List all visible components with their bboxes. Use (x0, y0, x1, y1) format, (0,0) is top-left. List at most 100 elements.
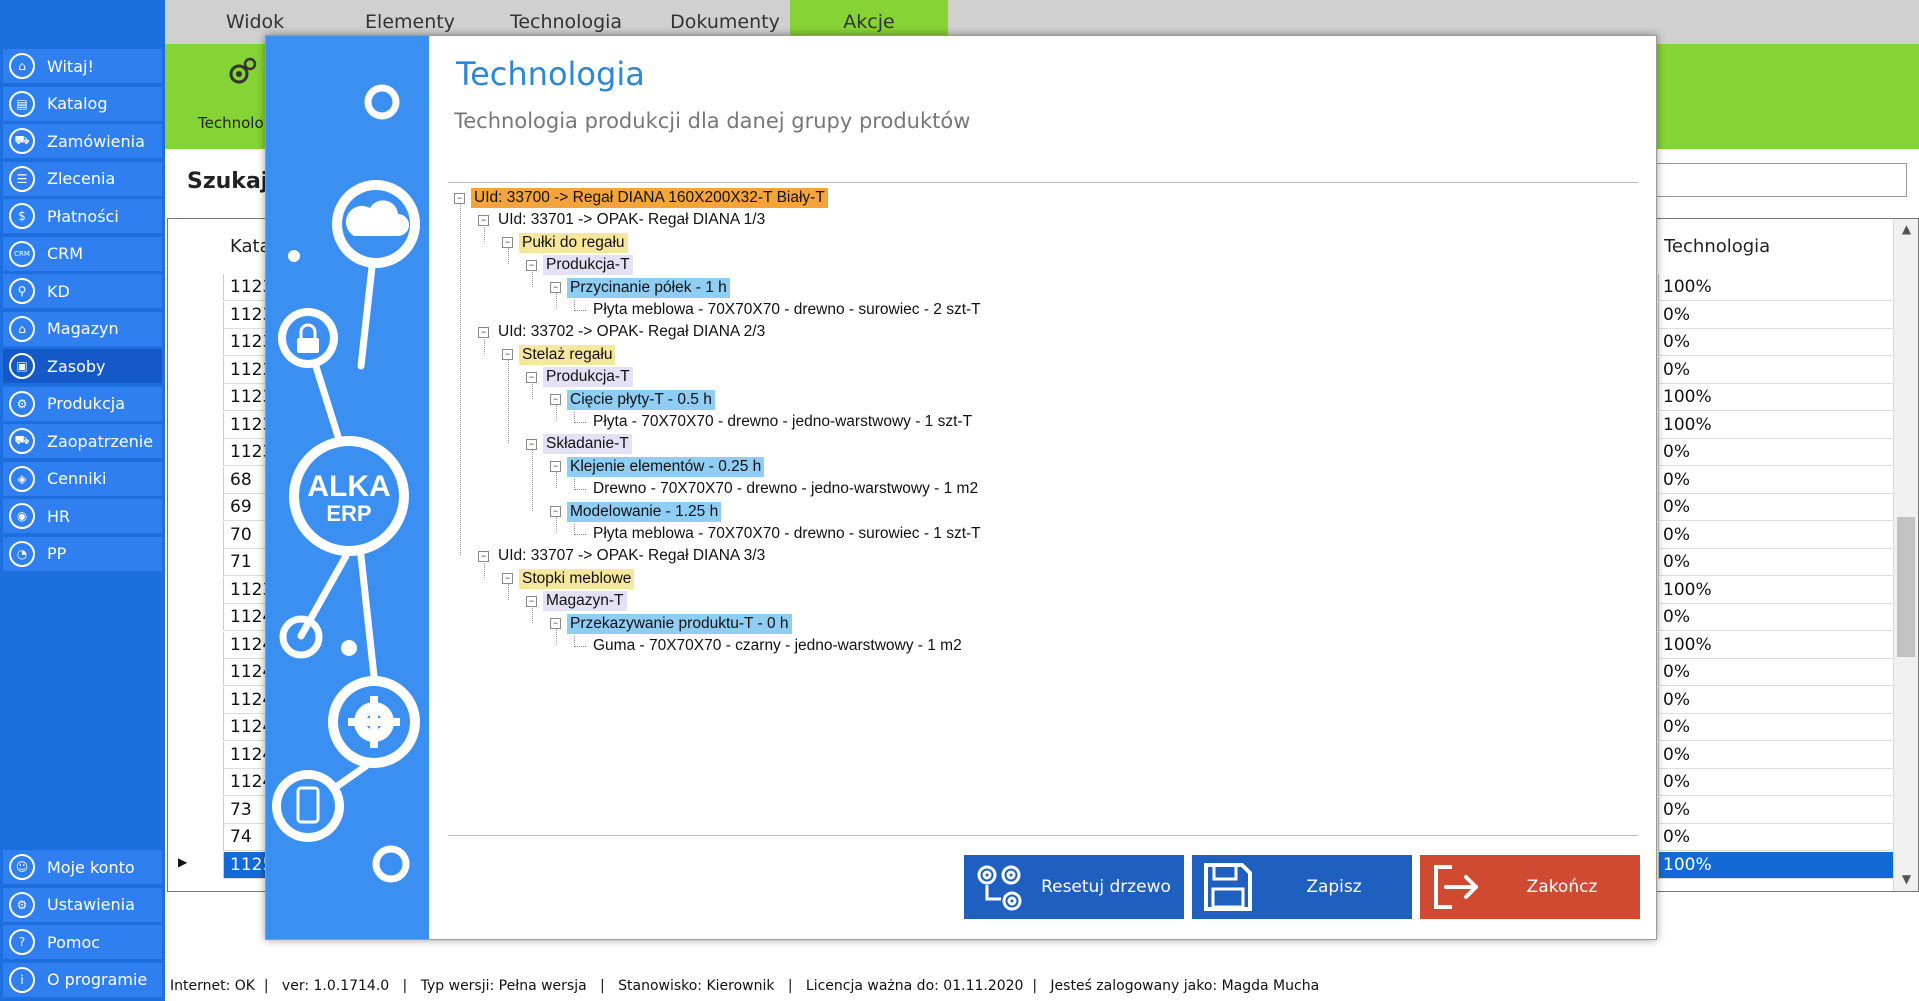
table-row-technologia[interactable]: 0% (1658, 604, 1893, 631)
sidebar-item-pomoc[interactable]: ? Pomoc (3, 925, 162, 959)
tree-node-label: Przekazywanie produktu-T - 0 h (567, 613, 792, 634)
tree-connector (574, 635, 586, 647)
close-button[interactable]: Zakończ (1420, 855, 1640, 919)
tree-node[interactable]: Guma - 70X70X70 - czarny - jedno-warstwo… (574, 635, 965, 657)
table-row-technologia[interactable]: 100% (1658, 851, 1893, 879)
collapse-toggle-icon[interactable]: − (454, 192, 465, 204)
collapse-toggle-icon[interactable]: − (526, 371, 537, 383)
technology-dialog: ALKA ERP Technologia Technologia produkc… (265, 35, 1657, 940)
search-label: Szukaj: (187, 169, 278, 194)
sidebar-item-kd[interactable]: ⚲ KD (3, 274, 162, 308)
sidebar-item-zaopatrzenie[interactable]: ⛟ Zaopatrzenie (3, 424, 162, 458)
collapse-toggle-icon[interactable]: − (526, 438, 537, 450)
table-row-technologia[interactable]: 0% (1658, 659, 1893, 686)
table-row-technologia[interactable]: 0% (1658, 796, 1893, 824)
tree-connector (574, 523, 586, 535)
tree-node-label: Modelowanie - 1.25 h (567, 501, 722, 522)
sidebar-item-ustawienia[interactable]: ⚙ Ustawienia (3, 887, 162, 922)
tree-node[interactable]: − UId: 33701 -> OPAK- Regał DIANA 1/3 (478, 209, 768, 231)
scroll-up-icon[interactable]: ▲ (1894, 219, 1918, 239)
tree-node[interactable]: − Składanie-T (526, 433, 632, 455)
tree-node[interactable]: − UId: 33700 -> Regał DIANA 160X200X32-T … (454, 187, 828, 209)
sidebar-item-pp[interactable]: ◔ PP (3, 536, 162, 571)
table-row-technologia[interactable]: 100% (1658, 384, 1893, 411)
table-row-technologia[interactable]: 0% (1658, 439, 1893, 466)
collapse-toggle-icon[interactable]: − (550, 618, 561, 630)
tree-node[interactable]: − UId: 33702 -> OPAK- Regał DIANA 2/3 (478, 321, 768, 343)
column-header-technologia[interactable]: Technologia (1664, 219, 1770, 274)
dialog-brand-panel: ALKA ERP (266, 36, 429, 939)
table-row-technologia[interactable]: 0% (1658, 741, 1893, 769)
table-row-technologia[interactable]: 0% (1658, 824, 1893, 851)
scroll-thumb[interactable] (1897, 517, 1915, 657)
tree-node[interactable]: Drewno - 70X70X70 - drewno - jedno-warst… (574, 478, 981, 500)
tree-node[interactable]: − Stelaż regału (502, 344, 616, 366)
table-row-technologia[interactable]: 100% (1658, 576, 1893, 604)
table-row-technologia[interactable]: 0% (1658, 301, 1893, 329)
sidebar-item-hr[interactable]: ◉ HR (3, 499, 162, 533)
table-row-technologia[interactable]: 0% (1658, 329, 1893, 356)
tree-node[interactable]: − Pułki do regału (502, 232, 628, 254)
table-row-technologia[interactable]: 100% (1658, 274, 1893, 301)
sidebar-item-zasoby[interactable]: ▣ Zasoby (3, 349, 162, 383)
tree-node[interactable]: Płyta meblowa - 70X70X70 - drewno - suro… (574, 523, 984, 545)
tree-node[interactable]: Płyta - 70X70X70 - drewno - jedno-warstw… (574, 411, 975, 433)
table-row-technologia[interactable]: 100% (1658, 631, 1893, 659)
tree-connector (556, 471, 557, 489)
sidebar-item-magazyn[interactable]: ⌂ Magazyn (3, 311, 162, 346)
table-row-technologia[interactable]: 0% (1658, 686, 1893, 714)
collapse-toggle-icon[interactable]: − (478, 326, 489, 338)
sidebar-item-cenniki[interactable]: ◈ Cenniki (3, 461, 162, 496)
collapse-toggle-icon[interactable]: − (502, 237, 513, 249)
table-row-technologia[interactable]: 0% (1658, 521, 1893, 549)
table-row-technologia[interactable]: 0% (1658, 769, 1893, 796)
collapse-toggle-icon[interactable]: − (526, 595, 537, 607)
tree-node[interactable]: − Produkcja-T (526, 254, 633, 276)
table-row-technologia[interactable]: 0% (1658, 494, 1893, 521)
collapse-toggle-icon[interactable]: − (526, 259, 537, 271)
resources-icon: ▣ (9, 353, 35, 379)
sidebar-item-zlecenia[interactable]: ☰ Zlecenia (3, 161, 162, 196)
collapse-toggle-icon[interactable]: − (478, 550, 489, 562)
table-row-technologia[interactable]: 0% (1658, 356, 1893, 384)
tree-node[interactable]: − Modelowanie - 1.25 h (550, 501, 722, 523)
sidebar-item-witaj-[interactable]: ⌂ Witaj! (3, 49, 162, 83)
tree-node-label: Drewno - 70X70X70 - drewno - jedno-warst… (593, 480, 979, 498)
sidebar-item-katalog[interactable]: ▤ Katalog (3, 86, 162, 121)
scroll-down-icon[interactable]: ▼ (1894, 869, 1918, 889)
collapse-toggle-icon[interactable]: − (550, 282, 561, 294)
tree-node[interactable]: − Cięcie płyty-T - 0.5 h (550, 389, 715, 411)
collapse-toggle-icon[interactable]: − (550, 394, 561, 406)
lock-icon (297, 338, 319, 353)
grid-scrollbar[interactable]: ▲ ▼ (1893, 219, 1918, 891)
tree-node[interactable]: − Przekazywanie produktu-T - 0 h (550, 613, 792, 635)
tree-node[interactable]: − Przycinanie półek - 1 h (550, 277, 730, 299)
sidebar-item-crm[interactable]: CRM CRM (3, 236, 162, 271)
tree-node[interactable]: − Produkcja-T (526, 366, 633, 388)
sidebar-item-produkcja[interactable]: ⚙ Produkcja (3, 386, 162, 421)
reset-tree-button[interactable]: Resetuj drzewo (964, 855, 1184, 919)
collapse-toggle-icon[interactable]: − (502, 349, 513, 361)
sidebar-item-moje-konto[interactable]: ☺ Moje konto (3, 850, 162, 884)
reset-tree-label: Resetuj drzewo (1041, 877, 1171, 897)
info-icon: i (9, 966, 35, 993)
sidebar-item-o-programie[interactable]: i O programie (3, 962, 162, 997)
search-input[interactable] (1655, 163, 1907, 197)
table-row-technologia[interactable]: 0% (1658, 714, 1893, 741)
collapse-toggle-icon[interactable]: − (502, 573, 513, 585)
table-row-technologia[interactable]: 0% (1658, 549, 1893, 576)
table-row-technologia[interactable]: 0% (1658, 466, 1893, 494)
table-row-technologia[interactable]: 100% (1658, 411, 1893, 439)
sidebar-item-płatności[interactable]: $ Płatności (3, 199, 162, 233)
collapse-toggle-icon[interactable]: − (550, 506, 561, 518)
tree-node[interactable]: − Magazyn-T (526, 590, 627, 612)
tree-node[interactable]: Płyta meblowa - 70X70X70 - drewno - suro… (574, 299, 984, 321)
collapse-toggle-icon[interactable]: − (550, 461, 561, 473)
tree-connector (508, 583, 509, 601)
tree-node[interactable]: − Klejenie elementów - 0.25 h (550, 456, 765, 478)
sidebar-item-zamówienia[interactable]: ⛟ Zamówienia (3, 124, 162, 158)
tree-node[interactable]: − UId: 33707 -> OPAK- Regał DIANA 3/3 (478, 545, 768, 567)
save-button[interactable]: Zapisz (1192, 855, 1412, 919)
tree-node[interactable]: − Stopki meblowe (502, 568, 635, 590)
collapse-toggle-icon[interactable]: − (478, 214, 489, 226)
